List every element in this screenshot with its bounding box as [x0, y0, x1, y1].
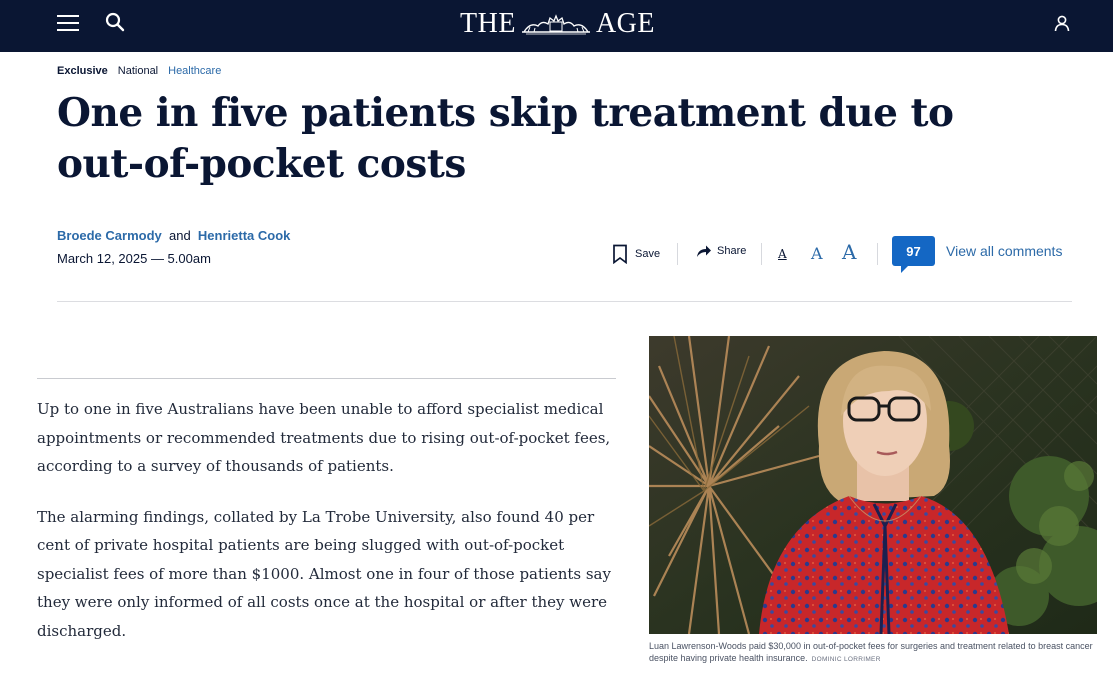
share-button[interactable]: Share	[696, 244, 746, 258]
tool-divider	[761, 243, 762, 265]
tag-healthcare[interactable]: Healthcare	[168, 65, 221, 77]
byline: Broede Carmody and Henrietta Cook	[57, 228, 290, 243]
article-headline: One in five patients skip treatment due …	[57, 90, 954, 187]
author-link-1[interactable]: Broede Carmody	[57, 228, 162, 243]
tag-exclusive: Exclusive	[57, 65, 108, 77]
crest-icon	[521, 14, 590, 35]
view-comments-link[interactable]: View all comments	[946, 243, 1062, 259]
bookmark-icon	[613, 244, 627, 264]
tool-divider	[877, 243, 878, 265]
search-icon[interactable]	[104, 11, 126, 33]
tool-divider	[677, 243, 678, 265]
menu-icon[interactable]	[57, 14, 79, 32]
logo-age: AGE	[595, 8, 655, 39]
comment-count-badge[interactable]: 97	[892, 236, 935, 273]
header-divider	[57, 301, 1072, 302]
logo-the: THE	[460, 8, 516, 39]
article-photo[interactable]	[649, 336, 1097, 634]
author-link-2[interactable]: Henrietta Cook	[198, 228, 290, 243]
font-size-medium[interactable]: A	[811, 244, 823, 263]
tag-national[interactable]: National	[118, 65, 158, 77]
author-joiner: and	[165, 228, 195, 243]
publish-date: March 12, 2025 — 5.00am	[57, 251, 211, 266]
font-size-large[interactable]: A	[842, 240, 856, 264]
article-paragraph: The alarming findings, collated by La Tr…	[37, 507, 611, 640]
photo-caption: Luan Lawrenson-Woods paid $30,000 in out…	[649, 640, 1097, 666]
account-icon[interactable]	[1052, 13, 1072, 33]
article-body: Up to one in five Australians have been …	[37, 395, 627, 667]
save-button[interactable]: Save	[612, 244, 660, 264]
font-size-small[interactable]: A	[778, 247, 787, 261]
article-paragraph: Up to one in five Australians have been …	[37, 400, 611, 475]
save-label: Save	[635, 248, 661, 260]
share-label: Share	[717, 245, 747, 257]
portrait-image	[649, 336, 1097, 634]
site-header: THE AGE	[0, 0, 1113, 52]
share-icon	[697, 245, 711, 257]
site-logo[interactable]: THE AGE	[460, 8, 655, 40]
photo-credit: DOMINIC LORRIMER	[811, 656, 881, 663]
article-tags: Exclusive National Healthcare	[57, 65, 221, 77]
body-divider	[37, 378, 616, 379]
